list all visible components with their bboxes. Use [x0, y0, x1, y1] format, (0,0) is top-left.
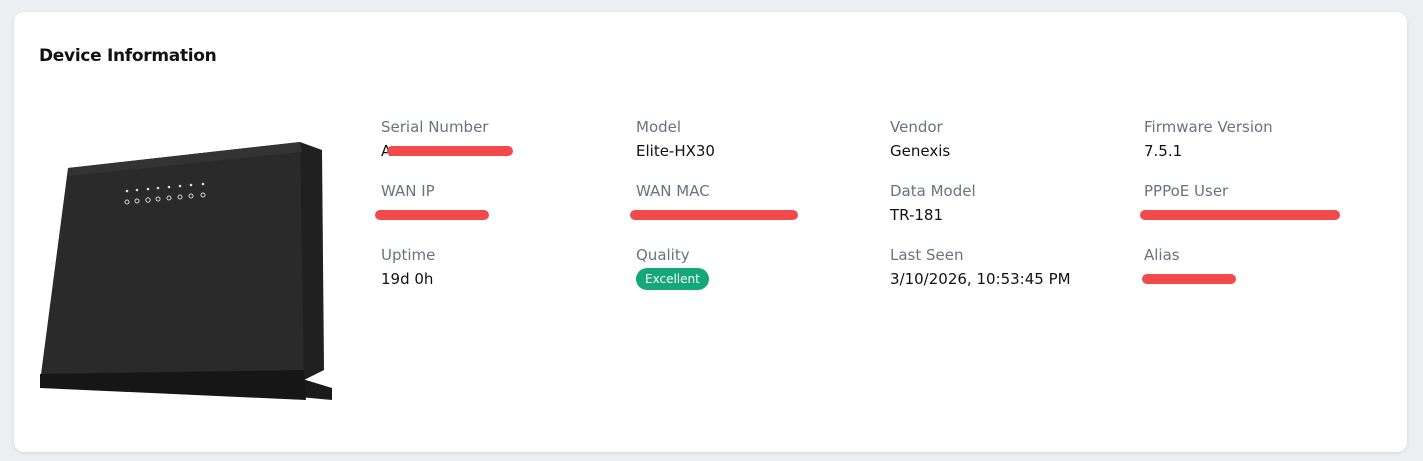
last-seen-value: 3/10/2026, 10:53:45 PM: [890, 270, 1071, 288]
alias-field: Alias: [1142, 246, 1236, 288]
wan-mac-label: WAN MAC: [636, 182, 710, 200]
redaction-bar: [387, 146, 513, 156]
redaction-bar: [1140, 210, 1340, 220]
uptime-field: Uptime 19d 0h: [381, 246, 435, 288]
serial-number-value: A: [381, 142, 513, 160]
last-seen-label: Last Seen: [890, 246, 964, 264]
firmware-version-field: Firmware Version 7.5.1: [1144, 118, 1273, 160]
pppoe-user-field: PPPoE User: [1140, 182, 1340, 224]
redaction-bar: [630, 210, 798, 220]
firmware-version-label: Firmware Version: [1144, 118, 1273, 136]
wan-ip-label: WAN IP: [381, 182, 435, 200]
last-seen-field: Last Seen 3/10/2026, 10:53:45 PM: [890, 246, 1071, 288]
device-information-card: Device Information Serial Number A: [14, 12, 1407, 452]
data-model-label: Data Model: [890, 182, 976, 200]
redaction-bar: [375, 210, 489, 220]
data-model-value: TR-181: [890, 206, 944, 224]
data-model-field: Data Model TR-181: [890, 182, 976, 224]
wan-ip-value: [375, 206, 489, 224]
firmware-version-value: 7.5.1: [1144, 142, 1183, 160]
uptime-value: 19d 0h: [381, 270, 434, 288]
serial-number-field: Serial Number A: [381, 118, 513, 160]
wan-mac-field: WAN MAC: [630, 182, 798, 224]
wan-mac-value: [630, 206, 798, 224]
quality-status-badge: Excellent: [636, 268, 709, 290]
quality-field: Quality Excellent: [636, 246, 709, 290]
card-title: Device Information: [39, 46, 217, 66]
alias-label: Alias: [1144, 246, 1180, 264]
pppoe-user-value: [1140, 206, 1340, 224]
vendor-label: Vendor: [890, 118, 943, 136]
router-image: [40, 142, 332, 400]
vendor-value: Genexis: [890, 142, 951, 160]
serial-number-label: Serial Number: [381, 118, 489, 136]
uptime-label: Uptime: [381, 246, 436, 264]
redaction-bar: [1142, 274, 1236, 284]
pppoe-user-label: PPPoE User: [1144, 182, 1229, 200]
model-field: Model Elite-HX30: [636, 118, 715, 160]
vendor-field: Vendor Genexis: [890, 118, 950, 160]
wan-ip-field: WAN IP: [375, 182, 489, 224]
model-value: Elite-HX30: [636, 142, 715, 160]
quality-label: Quality: [636, 246, 690, 264]
alias-value: [1142, 270, 1236, 288]
model-label: Model: [636, 118, 682, 136]
